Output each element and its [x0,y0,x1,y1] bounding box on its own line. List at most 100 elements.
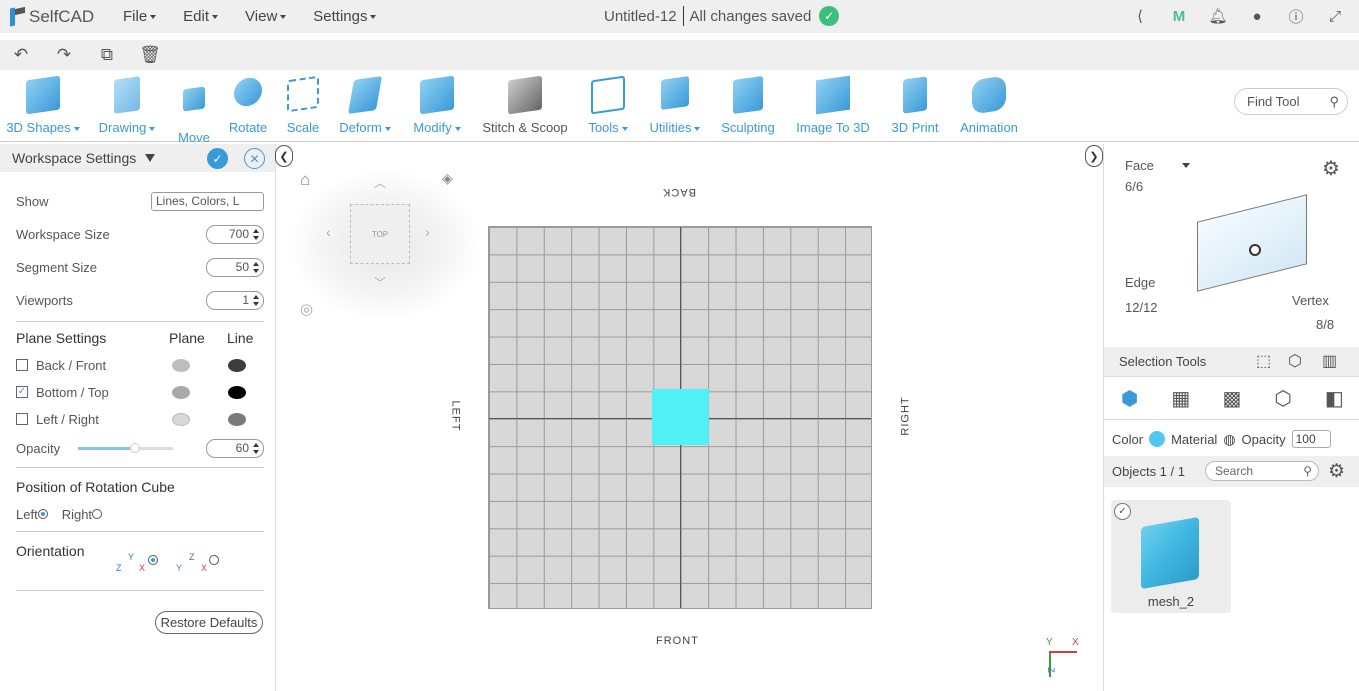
info-icon[interactable]: ⓘ [1286,6,1306,26]
plane-color-swatch[interactable] [172,358,190,372]
redo-icon[interactable]: ↷ [55,45,73,64]
share-icon[interactable]: ⟨ [1130,6,1150,26]
printer-icon [888,76,942,114]
object-select-checkbox[interactable]: ✓ [1114,503,1131,520]
opacity-slider-track[interactable] [78,443,173,453]
orientation-radio-1[interactable] [148,555,158,565]
gear-icon[interactable]: ⚙ [1328,460,1345,483]
vertex-label[interactable]: Vertex [1292,293,1329,308]
perspective-icon[interactable]: ◎ [300,300,313,318]
orientation-radio-2[interactable] [209,555,219,565]
tool-modify[interactable]: Modify [409,75,465,135]
line-color-swatch[interactable] [228,358,246,372]
trash-icon[interactable]: 🗑︎ [139,45,161,64]
right-radio[interactable] [92,509,103,519]
search-icon[interactable]: ⚲ [1329,94,1339,110]
collapse-right-panel-button[interactable]: ❯ [1085,145,1103,167]
book-select-icon[interactable]: ▥ [1322,351,1337,371]
segment-size-input[interactable]: 50 [206,257,264,277]
viewports-input[interactable]: 1 [206,290,264,310]
confirm-button[interactable]: ✓ [207,148,228,169]
plane-label: Left / Right [36,411,99,427]
navigation-cube[interactable]: TOP ︿ ﹀ ‹ › [290,170,480,320]
tool-sculpting[interactable]: Sculpting [719,75,777,135]
menu-view[interactable]: View [245,8,286,25]
orientation-option-y-up[interactable]: ZYX [114,552,162,584]
search-icon[interactable]: ⚲ [1303,462,1312,480]
back-front-checkbox[interactable] [16,359,28,371]
edge-label[interactable]: Edge [1125,275,1155,290]
tool-tools[interactable]: Tools [585,75,631,135]
material-icon[interactable]: ◍ [1223,431,1235,448]
tool-drawing[interactable]: Drawing [97,76,157,135]
chevron-up-icon[interactable]: ︿ [374,174,386,191]
bell-icon[interactable]: 🔔︎ [1208,6,1228,26]
tool-3d-shapes[interactable]: 3D Shapes [6,75,80,135]
collapse-left-panel-button[interactable]: ❮ [275,145,293,167]
half-mode-icon[interactable]: ◧ [1322,386,1346,410]
face-dropdown-icon[interactable] [1182,163,1190,168]
tool-stitch-scoop[interactable]: Stitch & Scoop [480,75,570,135]
restore-defaults-button[interactable]: Restore Defaults [155,611,263,634]
left-right-checkbox[interactable] [16,413,28,425]
orientation-option-z-up[interactable]: YZX [176,552,224,584]
find-tool-input[interactable]: Find Tool ⚲ [1234,88,1348,115]
collapse-arrow-icon[interactable] [145,154,156,162]
tool-label: Scale [286,120,320,135]
tool-rotate[interactable]: Rotate [227,76,269,135]
user-icon[interactable]: ● [1247,6,1267,26]
bottom-top-checkbox[interactable]: ✓ [16,386,28,398]
tool-3d-print[interactable]: 3D Print [888,76,942,135]
tool-animation[interactable]: Animation [956,75,1022,135]
tool-label: Stitch & Scoop [482,120,568,135]
tool-deform[interactable]: Deform [335,76,395,135]
edges-mode-icon[interactable]: ⬡ [1271,386,1295,410]
home-icon[interactable]: ⌂ [300,170,310,190]
box-select-icon[interactable]: ⬚ [1256,351,1271,371]
left-radio[interactable] [37,509,48,519]
tool-move[interactable]: Move [174,78,214,145]
line-color-swatch[interactable] [228,412,246,426]
tool-utilities[interactable]: Utilities [646,76,704,135]
fullscreen-icon[interactable]: ⤢ [1325,6,1345,26]
menu-edit[interactable]: Edit [183,8,218,25]
plane-row-left-right: Left / Right [16,410,264,428]
tool-image-to-3d[interactable]: Image To 3D [793,75,873,135]
nav-cube-face[interactable]: TOP [350,204,410,264]
right-label: Right [61,506,93,522]
object-card[interactable]: ✓ mesh_2 [1111,500,1231,613]
chevron-down-icon[interactable]: ﹀ [374,274,386,291]
stitch-shape [508,75,542,115]
plane-settings-header: Plane Settings Plane Line [16,329,264,347]
chevron-right-icon[interactable]: › [425,224,430,240]
opacity-slider-handle[interactable] [130,443,140,453]
menu-settings[interactable]: Settings [313,8,376,25]
object-opacity-input[interactable]: 100 [1291,430,1331,448]
wireframe-mode-icon[interactable]: ▦ [1169,386,1193,410]
workspace-size-input[interactable]: 700 [206,224,264,244]
doc-title[interactable]: Untitled-12 [604,8,677,25]
close-button[interactable]: ✕ [244,148,265,169]
m-icon[interactable]: M [1169,6,1189,26]
plane-label: Back / Front [36,357,107,373]
plane-color-swatch[interactable] [172,412,190,426]
chevron-left-icon[interactable]: ‹ [326,224,331,240]
plane-row-back-front: Back / Front [16,356,264,374]
show-select[interactable]: Lines, Colors, L [151,191,264,211]
gear-icon[interactable]: ⚙ [1322,156,1340,181]
mesh-object-top-view[interactable] [652,389,709,445]
menu-file[interactable]: File [123,8,156,25]
object-mode-icon[interactable]: ⬢ [1118,386,1142,410]
undo-icon[interactable]: ↶ [12,45,30,64]
face-label[interactable]: Face [1125,158,1154,173]
object-search-input[interactable]: Search ⚲ [1205,461,1319,481]
faces-mode-icon[interactable]: ▩ [1220,386,1244,410]
tool-scale[interactable]: Scale [284,75,322,135]
color-swatch[interactable] [1149,431,1166,447]
dice-select-icon[interactable]: ⬡ [1288,351,1302,371]
opacity-input[interactable]: 60 [206,438,264,458]
copy-icon[interactable]: ⧉ [98,45,116,64]
plane-color-swatch[interactable] [172,385,190,399]
line-color-swatch[interactable] [228,385,246,399]
view-cube-icon[interactable]: ◈ [442,170,453,187]
